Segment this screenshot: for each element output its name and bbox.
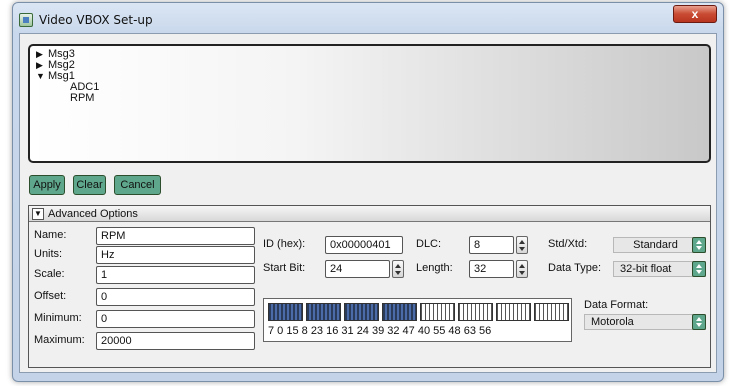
- collapse-triangle-icon[interactable]: ▼: [32, 207, 44, 220]
- id-hex-field[interactable]: 0x00000401: [325, 236, 403, 254]
- apply-button[interactable]: Apply: [29, 175, 65, 195]
- byte-block-0: [268, 303, 303, 321]
- offset-field[interactable]: 0: [96, 288, 255, 306]
- advanced-options-header[interactable]: ▼ Advanced Options: [29, 206, 710, 222]
- data-format-value: Motorola: [591, 316, 634, 328]
- title-bar[interactable]: Video VBOX Set-up x: [13, 3, 723, 33]
- name-label: Name:: [34, 229, 67, 241]
- units-field[interactable]: Hz: [96, 246, 255, 264]
- std-xtd-label: Std/Xtd:: [548, 238, 588, 250]
- byte-block-6: [496, 303, 531, 321]
- units-label: Units:: [34, 248, 63, 260]
- tree-item-msg1[interactable]: ▼ Msg1: [36, 71, 703, 82]
- tree-child-rpm[interactable]: RPM: [36, 93, 703, 104]
- id-hex-label: ID (hex):: [263, 238, 306, 250]
- message-tree[interactable]: ▶ Msg3 ▶ Msg2 ▼ Msg1 ADC1 RPM: [28, 44, 711, 163]
- dropdown-arrow-icon[interactable]: [692, 314, 706, 330]
- dropdown-arrow-icon[interactable]: [692, 261, 706, 277]
- maximum-field[interactable]: 20000: [96, 332, 255, 350]
- data-type-value: 32-bit float: [620, 263, 672, 275]
- advanced-options-panel: ▼ Advanced Options Name: RPM Units: Hz S…: [28, 205, 711, 368]
- maximum-label: Maximum:: [34, 334, 85, 346]
- expand-arrow-icon[interactable]: ▶: [36, 60, 48, 71]
- byte-block-4: [420, 303, 455, 321]
- dlc-spinner[interactable]: [516, 236, 528, 254]
- dialog-body: ▶ Msg3 ▶ Msg2 ▼ Msg1 ADC1 RPM Apply Clea…: [19, 33, 717, 373]
- offset-label: Offset:: [34, 290, 67, 302]
- close-button[interactable]: x: [673, 5, 717, 23]
- data-type-label: Data Type:: [548, 262, 601, 274]
- start-bit-label: Start Bit:: [263, 262, 306, 274]
- std-xtd-value: Standard: [633, 239, 678, 251]
- name-field[interactable]: RPM: [96, 227, 255, 245]
- scale-label: Scale:: [34, 268, 65, 280]
- tree-item-msg2[interactable]: ▶ Msg2: [36, 60, 703, 71]
- length-spinner[interactable]: [516, 260, 528, 278]
- window-title: Video VBOX Set-up: [39, 13, 153, 27]
- tree-child-adc1[interactable]: ADC1: [36, 82, 703, 93]
- data-type-select[interactable]: 32-bit float: [613, 261, 706, 277]
- byte-block-3: [382, 303, 417, 321]
- advanced-options-title: Advanced Options: [48, 207, 138, 220]
- length-field[interactable]: 32: [469, 260, 514, 278]
- dlc-field[interactable]: 8: [469, 236, 514, 254]
- byte-block-7: [534, 303, 569, 321]
- scale-field[interactable]: 1: [96, 266, 255, 284]
- start-bit-field[interactable]: 24: [325, 260, 390, 278]
- bit-layout-display: 7 0 15 8 23 16 31 24 39 32 47 40 55 48 6…: [263, 298, 572, 342]
- std-xtd-select[interactable]: Standard: [613, 237, 706, 253]
- data-format-select[interactable]: Motorola: [584, 314, 706, 330]
- minimum-label: Minimum:: [34, 312, 82, 324]
- cancel-button[interactable]: Cancel: [114, 175, 161, 195]
- byte-blocks: [268, 303, 569, 321]
- app-icon: [19, 13, 33, 27]
- dialog-window: Video VBOX Set-up x ▶ Msg3 ▶ Msg2 ▼ Msg1…: [12, 2, 724, 382]
- bit-number-labels: 7 0 15 8 23 16 31 24 39 32 47 40 55 48 6…: [268, 325, 492, 337]
- tree-item-msg3[interactable]: ▶ Msg3: [36, 49, 703, 60]
- minimum-field[interactable]: 0: [96, 310, 255, 328]
- data-format-label: Data Format:: [584, 299, 649, 311]
- length-label: Length:: [416, 262, 453, 274]
- collapse-arrow-icon[interactable]: ▼: [36, 71, 48, 82]
- start-bit-spinner[interactable]: [392, 260, 404, 278]
- dropdown-arrow-icon[interactable]: [692, 237, 706, 253]
- byte-block-2: [344, 303, 379, 321]
- byte-block-1: [306, 303, 341, 321]
- byte-block-5: [458, 303, 493, 321]
- expand-arrow-icon[interactable]: ▶: [36, 49, 48, 60]
- dlc-label: DLC:: [416, 238, 442, 250]
- clear-button[interactable]: Clear: [73, 175, 106, 195]
